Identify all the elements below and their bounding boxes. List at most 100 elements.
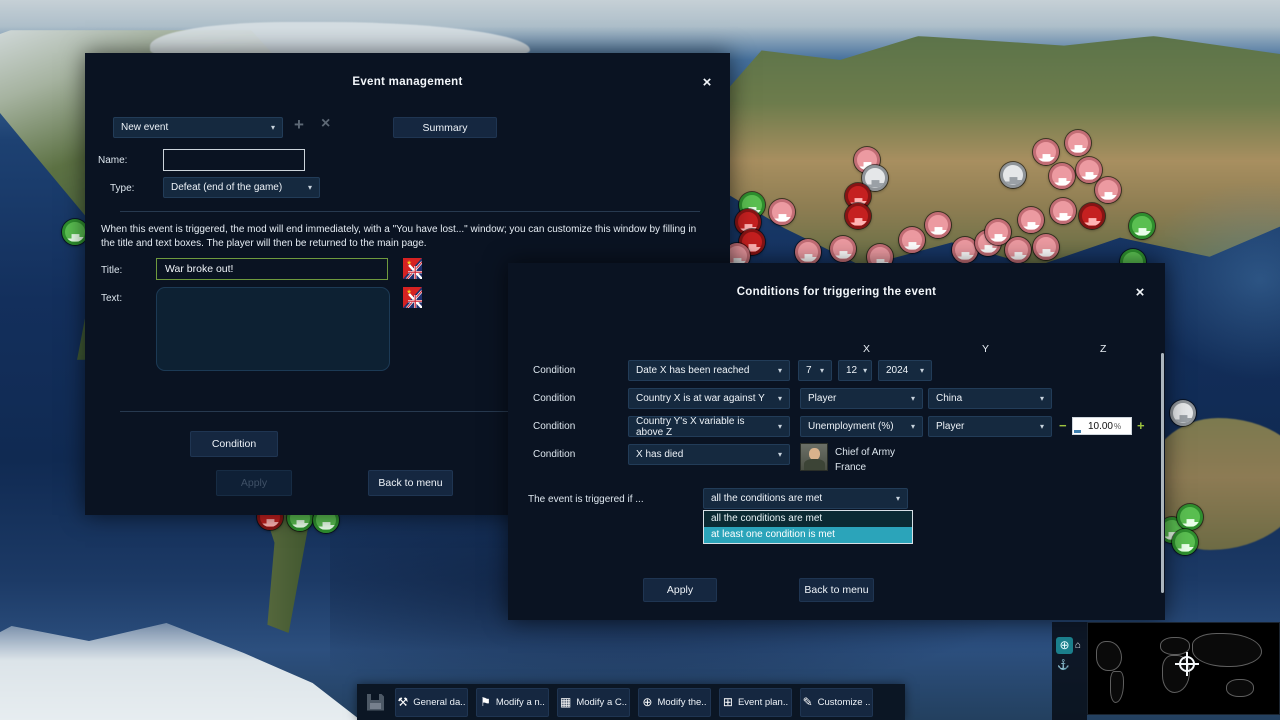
map-marker[interactable]: ▂▅▃ [899, 227, 925, 253]
add-event-icon[interactable]: + [294, 115, 304, 135]
event-select[interactable]: New event ▾ [113, 117, 283, 138]
marker-bars-icon: ▂▅▃ [1052, 175, 1072, 186]
map-marker[interactable]: ▂▅▃ [1129, 213, 1155, 239]
map-marker[interactable]: ▂▅▃ [1079, 203, 1105, 229]
map-marker[interactable]: ▂▅▃ [1018, 207, 1044, 233]
name-input[interactable] [163, 149, 305, 171]
option-at-least-one[interactable]: at least one condition is met [704, 527, 912, 543]
map-marker[interactable]: ▂▅▃ [1170, 400, 1196, 426]
condition-type-select[interactable]: Country Y's X variable is above Z ▾ [628, 416, 790, 437]
toolbar-customize-button[interactable]: ✎ Customize .. [800, 688, 873, 717]
condition-row-label: Condition [533, 449, 575, 460]
ship-icon[interactable]: ⚓ [1057, 660, 1069, 671]
event-text-input[interactable] [156, 287, 390, 371]
back-to-menu-button[interactable]: Back to menu [368, 470, 453, 496]
marker-bars-icon: ▂▅▃ [1082, 215, 1102, 226]
toolbar-button-label: General da.. [413, 697, 465, 708]
globe-icon: ⊕ [642, 696, 652, 708]
scrollbar[interactable] [1161, 353, 1164, 593]
toolbar-modify-world-button[interactable]: ⊕ Modify the.. [638, 688, 711, 717]
building-icon[interactable]: ⌂ [1075, 640, 1081, 651]
marker-bars-icon: ▂▅▃ [955, 249, 975, 260]
condition-type-select[interactable]: Date X has been reached ▾ [628, 360, 790, 381]
condition-button[interactable]: Condition [190, 431, 278, 457]
map-marker[interactable]: ▂▅▃ [1005, 237, 1031, 263]
back-to-menu-button[interactable]: Back to menu [799, 578, 874, 602]
map-marker[interactable]: ▂▅▃ [845, 203, 871, 229]
marker-bars-icon: ▂▅▃ [1180, 516, 1200, 527]
person-portrait[interactable] [800, 443, 828, 471]
variable-select[interactable]: Unemployment (%) ▾ [800, 416, 923, 437]
chevron-down-icon: ▾ [863, 366, 867, 375]
year-value: 2024 [886, 365, 908, 376]
chevron-down-icon: ▾ [271, 123, 275, 132]
map-marker[interactable]: ▂▅▃ [1172, 529, 1198, 555]
chevron-down-icon: ▾ [778, 394, 782, 403]
bottom-toolbar: ⚒ General da.. ⚑ Modify a n.. ▦ Modify a… [357, 684, 905, 720]
trigger-mode-select[interactable]: all the conditions are met ▾ [703, 488, 908, 509]
title-label: Title: [101, 265, 122, 276]
save-icon[interactable] [367, 694, 384, 711]
map-marker[interactable]: ▂▅▃ [1050, 198, 1076, 224]
map-marker[interactable]: ▂▅▃ [830, 236, 856, 262]
toolbar-modify-city-button[interactable]: ▦ Modify a C.. [557, 688, 630, 717]
marker-bars-icon: ▂▅▃ [1098, 189, 1118, 200]
option-all-conditions[interactable]: all the conditions are met [704, 511, 912, 527]
chevron-down-icon: ▾ [778, 422, 782, 431]
month-select[interactable]: 12 ▾ [838, 360, 872, 381]
apply-button[interactable]: Apply [643, 578, 717, 602]
day-select[interactable]: 7 ▾ [798, 360, 832, 381]
chevron-down-icon: ▾ [920, 366, 924, 375]
marker-bars-icon: ▂▅▃ [1003, 174, 1023, 185]
marker-bars-icon: ▂▅▃ [1053, 210, 1073, 221]
map-marker[interactable]: ▂▅▃ [1033, 139, 1059, 165]
close-icon[interactable]: × [1131, 284, 1149, 302]
condition-type-select[interactable]: Country X is at war against Y ▾ [628, 388, 790, 409]
map-marker[interactable]: ▂▅▃ [1033, 234, 1059, 260]
chevron-down-icon: ▾ [778, 366, 782, 375]
language-flag-icon[interactable]: ★ [403, 287, 422, 308]
increase-value-icon[interactable]: + [1137, 418, 1145, 433]
year-select[interactable]: 2024 ▾ [878, 360, 932, 381]
language-flag-icon[interactable]: ★ [403, 258, 422, 279]
portrait-body [804, 459, 825, 471]
event-select-value: New event [121, 122, 168, 133]
apply-button[interactable]: Apply [216, 470, 292, 496]
marker-bars-icon: ▂▅▃ [988, 231, 1008, 242]
map-marker[interactable]: ▂▅▃ [1095, 177, 1121, 203]
person-country: France [835, 462, 866, 473]
type-select[interactable]: Defeat (end of the game) ▾ [163, 177, 320, 198]
minimap[interactable] [1087, 622, 1280, 715]
calendar-icon: ⊞ [723, 696, 733, 708]
map-marker[interactable]: ▂▅▃ [1065, 130, 1091, 156]
map-marker[interactable]: ▂▅▃ [925, 212, 951, 238]
chevron-down-icon: ▾ [911, 422, 915, 431]
condition-type-select[interactable]: X has died ▾ [628, 444, 790, 465]
globe-view-button[interactable]: ⊕ [1056, 637, 1073, 654]
map-marker[interactable]: ▂▅▃ [795, 239, 821, 265]
map-marker[interactable]: ▂▅▃ [1177, 504, 1203, 530]
type-label: Type: [110, 183, 134, 194]
map-marker[interactable]: ▂▅▃ [1000, 162, 1026, 188]
delete-event-icon[interactable]: × [321, 115, 330, 133]
minimap-south-america [1110, 671, 1124, 703]
map-marker[interactable]: ▂▅▃ [1076, 157, 1102, 183]
toolbar-button-label: Modify a C.. [576, 697, 627, 708]
country-y-select[interactable]: China ▾ [928, 388, 1052, 409]
chevron-down-icon: ▾ [1040, 394, 1044, 403]
marker-bars-icon: ▂▅▃ [1132, 225, 1152, 236]
toolbar-modify-nation-button[interactable]: ⚑ Modify a n.. [476, 688, 549, 717]
toolbar-button-label: Event plan.. [738, 697, 788, 708]
map-marker[interactable]: ▂▅▃ [1049, 163, 1075, 189]
toolbar-event-planner-button[interactable]: ⊞ Event plan.. [719, 688, 792, 717]
decrease-value-icon[interactable]: − [1059, 418, 1067, 433]
summary-button[interactable]: Summary [393, 117, 497, 138]
close-icon[interactable]: × [698, 74, 716, 92]
condition-type-value: Date X has been reached [636, 365, 749, 376]
toolbar-general-data-button[interactable]: ⚒ General da.. [395, 688, 468, 717]
country-x-select[interactable]: Player ▾ [800, 388, 923, 409]
event-title-input[interactable] [156, 258, 388, 280]
map-marker[interactable]: ▂▅▃ [769, 199, 795, 225]
marker-bars-icon: ▂▅▃ [798, 251, 818, 262]
country-y-select[interactable]: Player ▾ [928, 416, 1052, 437]
